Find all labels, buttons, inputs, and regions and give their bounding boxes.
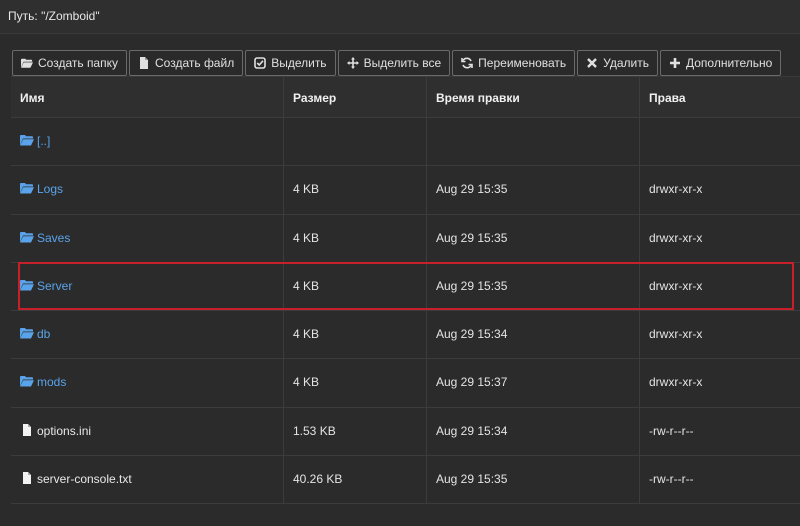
more-button[interactable]: Дополнительно bbox=[659, 50, 782, 76]
create-folder-label: Создать папку bbox=[38, 56, 118, 70]
select-button[interactable]: Выделить bbox=[245, 50, 336, 76]
x-icon bbox=[586, 57, 598, 69]
folder-open-icon bbox=[20, 134, 34, 146]
folder-link[interactable]: Logs bbox=[37, 182, 63, 196]
file-table: Имя Размер Время правки Права [..] Logs 4 … bbox=[11, 76, 800, 504]
cell-perm: drwxr-xr-x bbox=[649, 182, 703, 196]
table-row[interactable]: mods 4 KB Aug 29 15:37 drwxr-xr-x bbox=[11, 359, 800, 408]
cell-size: 4 KB bbox=[284, 359, 427, 407]
select-label: Выделить bbox=[271, 56, 327, 70]
cell-perm: -rw-r--r-- bbox=[649, 424, 694, 438]
file-icon bbox=[20, 472, 34, 484]
create-folder-button[interactable]: Создать папку bbox=[12, 50, 127, 76]
cell-size: 4 KB bbox=[284, 263, 427, 310]
cell-size bbox=[284, 118, 427, 165]
toolbar: Создать папку Создать файл Выделить Выде… bbox=[12, 50, 783, 76]
cell-name: server-console.txt bbox=[11, 456, 284, 503]
cell-name: [..] bbox=[11, 118, 284, 165]
cell-name: mods bbox=[11, 359, 284, 407]
folder-open-icon bbox=[21, 57, 33, 69]
table-header: Имя Размер Время правки Права bbox=[11, 77, 800, 118]
cell-time: Aug 29 15:35 bbox=[427, 263, 640, 310]
cell-perm: drwxr-xr-x bbox=[649, 375, 703, 389]
header-name[interactable]: Имя bbox=[11, 77, 284, 117]
cell-size: 1.53 KB bbox=[284, 408, 427, 455]
cell-time bbox=[427, 118, 640, 165]
cell-name: Server bbox=[11, 263, 284, 310]
table-row[interactable]: db 4 KB Aug 29 15:34 drwxr-xr-x bbox=[11, 311, 800, 359]
cell-time: Aug 29 15:34 bbox=[427, 311, 640, 358]
plus-icon bbox=[669, 57, 681, 69]
cell-size: 4 KB bbox=[284, 166, 427, 214]
cell-name: db bbox=[11, 311, 284, 358]
cell-perm: -rw-r--r-- bbox=[649, 472, 694, 486]
more-label: Дополнительно bbox=[685, 56, 773, 70]
cell-perm: drwxr-xr-x bbox=[649, 279, 703, 293]
rename-button[interactable]: Переименовать bbox=[452, 50, 576, 76]
cell-time: Aug 29 15:34 bbox=[427, 408, 640, 455]
file-name[interactable]: server-console.txt bbox=[37, 472, 132, 486]
table-body: [..] Logs 4 KB Aug 29 15:35 drwxr-xr-x Saves 4… bbox=[11, 118, 800, 504]
cell-size: 4 KB bbox=[284, 311, 427, 358]
cell-time: Aug 29 15:37 bbox=[427, 359, 640, 407]
cell-size: 40.26 KB bbox=[284, 456, 427, 503]
folder-open-icon bbox=[20, 375, 34, 387]
cell-time: Aug 29 15:35 bbox=[427, 215, 640, 262]
folder-link[interactable]: db bbox=[37, 327, 50, 341]
table-row[interactable]: Logs 4 KB Aug 29 15:35 drwxr-xr-x bbox=[11, 166, 800, 215]
select-all-button[interactable]: Выделить все bbox=[337, 50, 451, 76]
select-all-label: Выделить все bbox=[363, 56, 442, 70]
file-name[interactable]: options.ini bbox=[37, 424, 91, 438]
check-square-icon bbox=[254, 57, 267, 69]
path-bar: Путь: "/Zomboid" bbox=[0, 0, 800, 34]
file-icon bbox=[20, 424, 34, 436]
folder-open-icon bbox=[20, 231, 34, 243]
file-icon bbox=[138, 57, 150, 69]
cell-name: Saves bbox=[11, 215, 284, 262]
delete-button[interactable]: Удалить bbox=[577, 50, 658, 76]
folder-link[interactable]: Server bbox=[37, 279, 72, 293]
cell-name: Logs bbox=[11, 166, 284, 214]
create-file-label: Создать файл bbox=[155, 56, 235, 70]
create-file-button[interactable]: Создать файл bbox=[129, 50, 244, 76]
rename-label: Переименовать bbox=[478, 56, 567, 70]
folder-link[interactable]: Saves bbox=[37, 231, 70, 245]
cell-name: options.ini bbox=[11, 408, 284, 455]
cell-time: Aug 29 15:35 bbox=[427, 456, 640, 503]
folder-link[interactable]: mods bbox=[37, 375, 66, 389]
folder-link[interactable]: [..] bbox=[37, 134, 50, 148]
table-row[interactable]: server-console.txt 40.26 KB Aug 29 15:35 -r… bbox=[11, 456, 800, 504]
table-row[interactable]: [..] bbox=[11, 118, 800, 166]
cell-time: Aug 29 15:35 bbox=[427, 166, 640, 214]
header-time[interactable]: Время правки bbox=[427, 77, 640, 117]
folder-open-icon bbox=[20, 182, 34, 194]
header-perm[interactable]: Права bbox=[640, 77, 800, 117]
table-row[interactable]: options.ini 1.53 KB Aug 29 15:34 -rw-r--r-- bbox=[11, 408, 800, 456]
header-size[interactable]: Размер bbox=[284, 77, 427, 117]
cell-perm: drwxr-xr-x bbox=[649, 327, 703, 341]
refresh-icon bbox=[461, 57, 473, 69]
cell-perm: drwxr-xr-x bbox=[649, 231, 703, 245]
folder-open-icon bbox=[20, 327, 34, 339]
cell-size: 4 KB bbox=[284, 215, 427, 262]
cell-perm bbox=[640, 118, 800, 165]
folder-open-icon bbox=[20, 279, 34, 291]
path-label: Путь: bbox=[8, 9, 38, 23]
move-arrows-icon bbox=[346, 57, 359, 69]
table-row[interactable]: Server 4 KB Aug 29 15:35 drwxr-xr-x bbox=[11, 263, 800, 311]
delete-label: Удалить bbox=[603, 56, 649, 70]
path-value: "/Zomboid" bbox=[41, 9, 100, 23]
table-row[interactable]: Saves 4 KB Aug 29 15:35 drwxr-xr-x bbox=[11, 215, 800, 263]
